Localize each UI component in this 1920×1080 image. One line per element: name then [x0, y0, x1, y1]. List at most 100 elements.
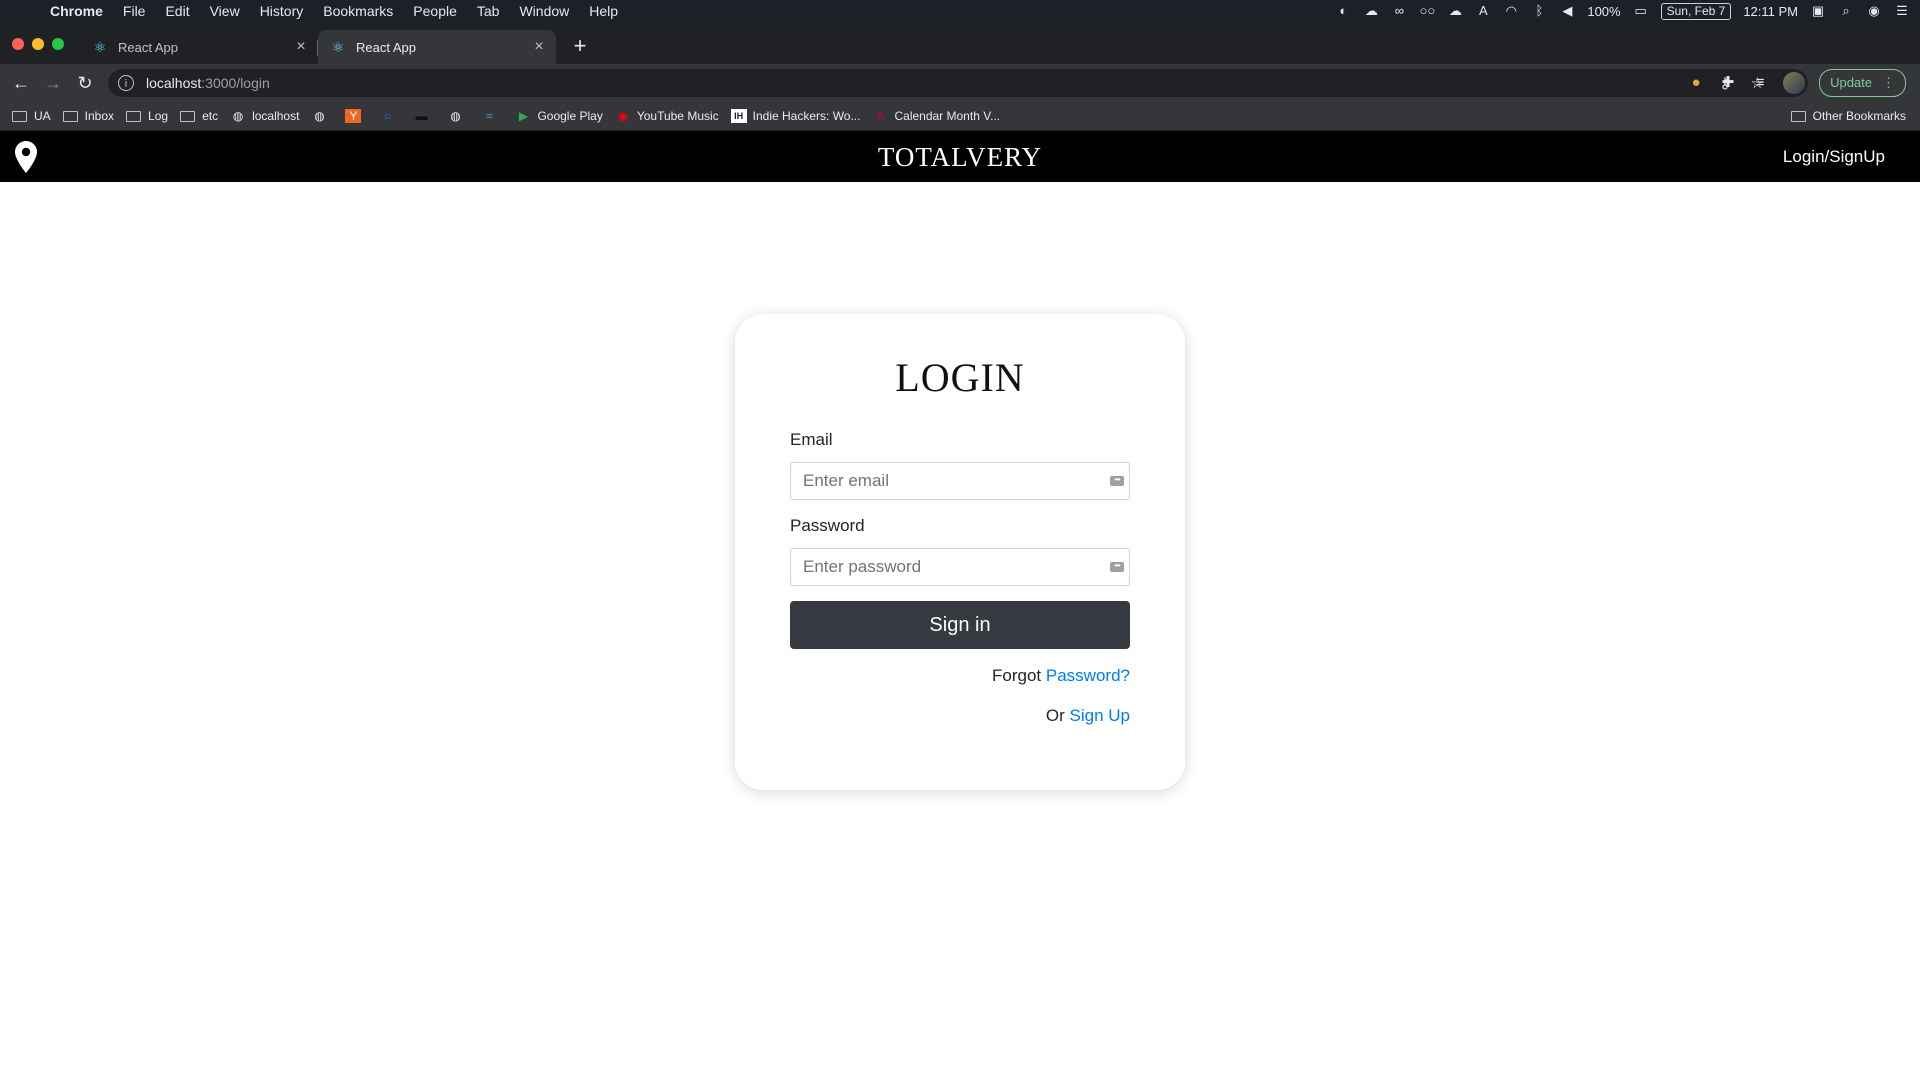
password-manager-icon[interactable]: •••: [1110, 476, 1124, 486]
bookmark-calendar-month[interactable]: A Calendar Month V...: [872, 109, 1000, 123]
chrome-toolbar: ← → ↻ i localhost:3000/login ⚷ ☆ ● ✚ ≡ U…: [0, 64, 1920, 102]
bookmark-globe-1[interactable]: ◍: [311, 109, 333, 123]
globe-icon: ◍: [450, 109, 461, 123]
forward-arrow-icon[interactable]: →: [41, 71, 65, 95]
folder-icon: [1790, 110, 1806, 122]
bookmark-folder-inbox[interactable]: Inbox: [62, 109, 114, 123]
login-card: LOGIN Email ••• Password ••• Sign in For…: [735, 314, 1185, 790]
play-icon: ▶: [518, 109, 529, 123]
battery-percent: 100%: [1587, 3, 1621, 19]
extensions-area: ● ✚ ≡ Update ⋮: [1687, 69, 1906, 97]
new-tab-plus-icon[interactable]: +: [568, 34, 592, 58]
siri-icon[interactable]: ◉: [1866, 4, 1882, 18]
sign-in-button[interactable]: Sign in: [790, 601, 1130, 649]
ycombinator-icon: Y: [345, 109, 362, 123]
tab-react-app-1[interactable]: ⚛ React App ×: [80, 30, 318, 64]
calendar-logo-icon: A: [876, 109, 885, 123]
site-info-icon[interactable]: i: [118, 75, 134, 91]
password-manager-icon[interactable]: •••: [1110, 562, 1124, 572]
minimize-window-button[interactable]: [32, 38, 44, 50]
reload-icon[interactable]: ↻: [73, 71, 97, 95]
bookmark-label: Google Play: [537, 109, 603, 123]
spotlight-search-icon[interactable]: ⌕: [1838, 4, 1854, 18]
menu-edit[interactable]: Edit: [155, 0, 199, 22]
menu-history[interactable]: History: [250, 0, 314, 22]
window-controls: [12, 38, 64, 50]
menu-view[interactable]: View: [200, 0, 250, 22]
bookmark-indie-hackers[interactable]: IH Indie Hackers: Wo...: [730, 109, 860, 123]
menu-people[interactable]: People: [403, 0, 467, 22]
bookmark-label: etc: [202, 109, 219, 123]
spectacles-icon[interactable]: ○○: [1419, 4, 1435, 18]
menu-file[interactable]: File: [113, 0, 156, 22]
bookmark-youtube-music[interactable]: ◉ YouTube Music: [615, 109, 719, 123]
tab-label: React App: [118, 39, 178, 55]
bookmark-globe-2[interactable]: ◍: [447, 109, 469, 123]
wifi-icon[interactable]: ◠: [1503, 4, 1519, 18]
or-prefix: Or: [1045, 706, 1065, 725]
tab-label: React App: [356, 39, 416, 55]
menu-app-chrome[interactable]: Chrome: [42, 0, 113, 22]
bookmark-label: Other Bookmarks: [1812, 109, 1906, 123]
signup-line: Or Sign Up: [1046, 706, 1130, 726]
bookmark-label: UA: [34, 109, 51, 123]
bookmark-other[interactable]: Other Bookmarks: [1790, 102, 1906, 130]
bookmark-folder-ua[interactable]: UA: [12, 109, 51, 123]
react-icon: ⚛: [331, 39, 345, 55]
fullscreen-window-button[interactable]: [52, 38, 64, 50]
cookie-extension-icon[interactable]: ●: [1687, 74, 1705, 92]
menu-help[interactable]: Help: [579, 0, 628, 22]
bookmark-label: Calendar Month V...: [894, 109, 1001, 123]
back-arrow-icon[interactable]: ←: [9, 71, 33, 95]
bookmark-folder-etc[interactable]: etc: [180, 109, 218, 123]
folder-icon: [180, 110, 196, 122]
menubar-time[interactable]: 12:11 PM: [1743, 4, 1798, 19]
brand-title[interactable]: TOTALVERY: [0, 142, 1920, 173]
menu-bookmarks[interactable]: Bookmarks: [313, 0, 403, 22]
bookmark-localhost[interactable]: ◍ localhost: [230, 109, 300, 123]
translate-icon[interactable]: ◐: [1335, 4, 1351, 18]
cloud-icon[interactable]: ☁: [1447, 4, 1463, 18]
bookmark-ring[interactable]: ○: [379, 109, 401, 123]
battery-icon[interactable]: ▭: [1633, 4, 1649, 18]
reading-list-icon[interactable]: ≡: [1751, 74, 1769, 92]
macos-menubar: Chrome File Edit View History Bookmarks …: [0, 0, 1920, 22]
email-input[interactable]: [790, 462, 1130, 500]
tab-react-app-2[interactable]: ⚛ React App ×: [318, 30, 556, 64]
globe-icon: ◍: [232, 109, 244, 123]
close-tab-icon[interactable]: ×: [530, 38, 548, 56]
cloud-sync-icon[interactable]: ☁: [1363, 4, 1379, 18]
password-input[interactable]: [790, 548, 1130, 586]
volume-icon[interactable]: ◀: [1559, 4, 1575, 18]
address-bar[interactable]: i localhost:3000/login ⚷ ☆: [108, 69, 1808, 97]
bookmark-label: YouTube Music: [636, 109, 719, 123]
app-navbar: TOTALVERY Login/SignUp: [0, 131, 1920, 182]
update-button[interactable]: Update ⋮: [1819, 69, 1906, 97]
forgot-password-line: Forgot Password?: [992, 666, 1130, 686]
profile-avatar[interactable]: [1783, 72, 1806, 94]
menu-window[interactable]: Window: [509, 0, 579, 22]
folder-icon: [12, 110, 27, 122]
bookmark-wave[interactable]: ≈: [481, 109, 503, 123]
bookmark-folder-log[interactable]: Log: [126, 109, 168, 123]
bookmark-google-play[interactable]: ▶ Google Play: [515, 109, 603, 123]
bookmark-ycombinator[interactable]: Y: [345, 109, 367, 123]
puzzle-extensions-icon[interactable]: ✚: [1719, 74, 1737, 92]
ih-icon: IH: [730, 109, 747, 123]
control-center-icon[interactable]: ☰: [1894, 4, 1910, 18]
sign-up-link[interactable]: Sign Up: [1070, 706, 1130, 725]
bookmark-hat[interactable]: ▬: [413, 109, 435, 123]
login-title: LOGIN: [895, 355, 1025, 400]
login-signup-link[interactable]: Login/SignUp: [1783, 147, 1885, 167]
bluetooth-icon[interactable]: ᛒ: [1531, 4, 1547, 18]
forgot-password-link[interactable]: Password?: [1046, 666, 1130, 685]
input-source-icon[interactable]: A: [1475, 4, 1491, 18]
glasses-icon[interactable]: ∞: [1391, 4, 1407, 18]
menu-tab[interactable]: Tab: [467, 0, 510, 22]
display-icon[interactable]: ▣: [1810, 4, 1826, 18]
globe-icon: ◍: [314, 109, 325, 123]
menubar-date[interactable]: Sun, Feb 7: [1660, 2, 1732, 20]
close-window-button[interactable]: [12, 38, 24, 50]
close-tab-icon[interactable]: ×: [292, 38, 310, 56]
chrome-tab-strip: ⚛ React App × ⚛ React App × +: [0, 22, 1920, 64]
